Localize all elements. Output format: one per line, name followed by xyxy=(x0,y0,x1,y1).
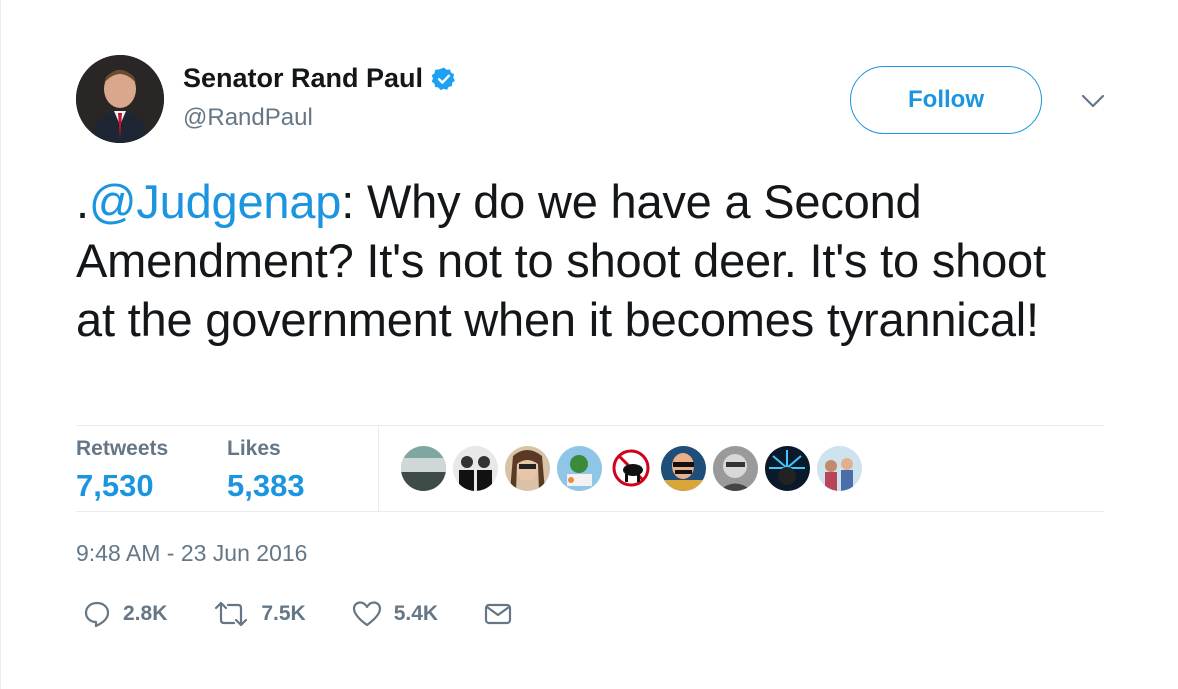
reply-button[interactable]: 2.8K xyxy=(83,600,167,628)
author-handle[interactable]: @RandPaul xyxy=(183,104,313,132)
liker-avatar[interactable] xyxy=(817,446,862,491)
liker-avatar[interactable] xyxy=(713,446,758,491)
liker-avatar[interactable] xyxy=(765,446,810,491)
verified-badge-icon xyxy=(431,67,455,90)
tweet-text: .@Judgenap: Why do we have a Second Amen… xyxy=(76,172,1086,349)
retweet-button[interactable]: 7.5K xyxy=(213,601,306,627)
reply-icon xyxy=(84,601,110,628)
liker-avatar[interactable] xyxy=(661,446,706,491)
retweets-label: Retweets xyxy=(76,437,169,460)
tweet-timestamp[interactable]: 9:48 AM - 23 Jun 2016 xyxy=(76,540,307,567)
stats-divider xyxy=(378,425,379,512)
retweet-icon xyxy=(215,601,248,627)
divider-top xyxy=(76,425,1104,426)
chevron-down-icon[interactable] xyxy=(1079,90,1107,112)
tweet-mention-link[interactable]: @Judgenap xyxy=(89,175,342,228)
direct-message-icon xyxy=(484,603,512,625)
liker-avatar[interactable] xyxy=(401,446,446,491)
likes-label: Likes xyxy=(227,437,281,460)
likers-avatar-list xyxy=(401,446,862,491)
author-display-name[interactable]: Senator Rand Paul xyxy=(183,63,423,94)
retweet-count: 7.5K xyxy=(261,602,306,625)
retweets-stat[interactable]: Retweets 7,530 xyxy=(76,437,168,504)
tweet-actions-bar: 2.8K 7.5K 5.4K xyxy=(83,600,558,628)
tweet-text-prefix: . xyxy=(76,175,89,228)
liker-avatar[interactable] xyxy=(609,446,654,491)
liker-avatar[interactable] xyxy=(505,446,550,491)
author-avatar[interactable] xyxy=(76,55,164,143)
author-name-row: Senator Rand Paul xyxy=(183,63,457,94)
direct-message-button[interactable] xyxy=(484,602,512,626)
liker-avatar[interactable] xyxy=(453,446,498,491)
likes-count: 5,383 xyxy=(227,468,305,503)
divider-bottom xyxy=(76,511,1104,512)
likes-stat[interactable]: Likes 5,383 xyxy=(227,437,305,504)
retweets-count: 7,530 xyxy=(76,468,154,503)
follow-button[interactable]: Follow xyxy=(850,66,1042,134)
like-button[interactable]: 5.4K xyxy=(352,600,438,628)
like-count: 5.4K xyxy=(393,602,439,625)
heart-icon xyxy=(352,601,381,627)
liker-avatar[interactable] xyxy=(557,446,602,491)
tweet-card: Senator Rand Paul @RandPaul Follow .@Jud… xyxy=(0,0,1178,689)
reply-count: 2.8K xyxy=(123,602,168,625)
